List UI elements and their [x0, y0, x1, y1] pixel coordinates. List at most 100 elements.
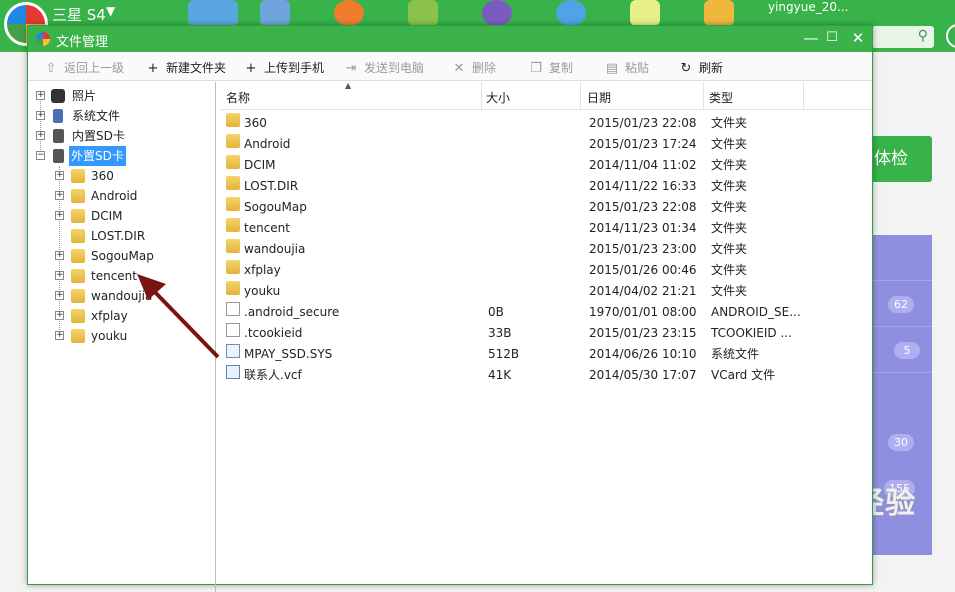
back-button[interactable]: ⇧ 返回上一级: [44, 59, 124, 76]
maximize-button[interactable]: ☐: [821, 27, 843, 49]
file-type: 文件夹: [711, 137, 748, 151]
collapse-icon[interactable]: −: [36, 151, 45, 160]
file-row[interactable]: .tcookieid 33B 2015/01/23 23:15 TCOOKIEID .…: [220, 323, 872, 344]
file-row[interactable]: .android_secure 0B 1970/01/01 08:00 ANDROID…: [220, 302, 872, 323]
device-dropdown-icon[interactable]: ▼: [106, 4, 115, 18]
expand-icon[interactable]: +: [55, 271, 64, 280]
search-input[interactable]: ⚲: [872, 26, 934, 48]
expand-icon[interactable]: +: [55, 191, 64, 200]
new-folder-button[interactable]: + 新建文件夹: [146, 59, 226, 76]
tree-item-system-files[interactable]: + 系统文件: [28, 106, 215, 126]
user-avatar-icon[interactable]: [946, 24, 955, 48]
tree-item-folder[interactable]: + youku: [28, 326, 215, 346]
expand-icon[interactable]: +: [55, 251, 64, 260]
tree-item-folder[interactable]: + wandoujia: [28, 286, 215, 306]
file-type: 文件夹: [711, 221, 748, 235]
file-name: SogouMap: [244, 200, 307, 214]
close-button[interactable]: ✕: [847, 27, 869, 49]
minimize-button[interactable]: —: [800, 27, 822, 49]
file-name: 360: [244, 116, 267, 130]
star-icon[interactable]: [260, 0, 290, 26]
column-divider[interactable]: [580, 82, 581, 110]
tree-item-folder[interactable]: + DCIM: [28, 206, 215, 226]
username[interactable]: yingyue_20...: [768, 0, 848, 14]
app-update-icon[interactable]: [188, 0, 238, 26]
list-header: ▲ 名称 大小 日期 类型: [220, 81, 872, 110]
expand-icon[interactable]: +: [36, 91, 45, 100]
file-row[interactable]: youku 2014/04/02 21:21 文件夹: [220, 281, 872, 302]
tree-item-folder[interactable]: + xfplay: [28, 306, 215, 326]
expand-icon[interactable]: +: [55, 291, 64, 300]
file-name: Android: [244, 137, 291, 151]
file-date: 2014/11/04 11:02: [589, 158, 697, 172]
file-type: TCOOKIEID ...: [711, 326, 792, 340]
upload-button[interactable]: + 上传到手机: [244, 59, 324, 76]
copy-button[interactable]: ❐ 复制: [529, 59, 573, 76]
expand-icon[interactable]: +: [36, 111, 45, 120]
file-row[interactable]: LOST.DIR 2014/11/22 16:33 文件夹: [220, 176, 872, 197]
folder-icon: [226, 113, 240, 127]
file-date: 2015/01/23 22:08: [589, 200, 697, 214]
file-row[interactable]: DCIM 2014/11/04 11:02 文件夹: [220, 155, 872, 176]
file-manager-window: 文件管理 — ☐ ✕ ⇧ 返回上一级 + 新建文件夹 + 上传到手机 ⇥ 发送到电脑 ✕…: [27, 25, 873, 592]
file-name: youku: [244, 284, 281, 298]
file-type: 文件夹: [711, 242, 748, 256]
expand-icon[interactable]: +: [55, 331, 64, 340]
file-size: 512B: [488, 347, 520, 361]
device-name[interactable]: 三星 S4: [52, 4, 106, 25]
folder-icon: [71, 249, 85, 263]
send-to-pc-button[interactable]: ⇥ 发送到电脑: [344, 59, 424, 76]
ebook-icon[interactable]: [704, 0, 734, 26]
file-date: 2014/06/26 10:10: [589, 347, 697, 361]
checkup-button[interactable]: 体检: [872, 136, 932, 182]
music-icon[interactable]: [482, 0, 512, 26]
column-divider[interactable]: [703, 82, 704, 110]
file-row[interactable]: 360 2015/01/23 22:08 文件夹: [220, 113, 872, 134]
app-logo-icon: [36, 32, 50, 46]
file-name: xfplay: [244, 263, 281, 277]
tree-item-folder[interactable]: + tencent: [28, 266, 215, 286]
delete-button[interactable]: ✕ 删除: [452, 59, 496, 76]
file-type: 文件夹: [711, 284, 748, 298]
tree-item-photos[interactable]: + 照片: [28, 86, 215, 106]
file-row[interactable]: tencent 2014/11/23 01:34 文件夹: [220, 218, 872, 239]
file-icon: [226, 302, 240, 316]
count-badge: 62: [888, 296, 914, 313]
file-row[interactable]: xfplay 2015/01/26 00:46 文件夹: [220, 260, 872, 281]
file-row[interactable]: wandoujia 2015/01/23 23:00 文件夹: [220, 239, 872, 260]
file-date: 2014/11/22 16:33: [589, 179, 697, 193]
column-header-size[interactable]: 大小: [486, 89, 510, 106]
tree-item-folder[interactable]: + 360: [28, 166, 215, 186]
window-titlebar[interactable]: 文件管理 — ☐ ✕: [28, 26, 872, 52]
tree-item-folder[interactable]: LOST.DIR: [28, 226, 215, 246]
file-row[interactable]: MPAY_SSD.SYS 512B 2014/06/26 10:10 系统文件: [220, 344, 872, 365]
video-icon[interactable]: [556, 0, 586, 26]
refresh-button[interactable]: ↻ 刷新: [679, 59, 723, 76]
expand-icon[interactable]: +: [55, 311, 64, 320]
tree-item-external-sd[interactable]: − 外置SD卡: [28, 146, 215, 166]
file-row[interactable]: 联系人.vcf 41K 2014/05/30 17:07 VCard 文件: [220, 365, 872, 386]
file-row[interactable]: SogouMap 2015/01/23 22:08 文件夹: [220, 197, 872, 218]
expand-icon[interactable]: +: [55, 211, 64, 220]
search-icon[interactable]: ⚲: [918, 28, 928, 44]
tree-item-internal-sd[interactable]: + 内置SD卡: [28, 126, 215, 146]
expand-icon[interactable]: +: [55, 171, 64, 180]
file-date: 2015/01/23 22:08: [589, 116, 697, 130]
tree-item-folder[interactable]: + Android: [28, 186, 215, 206]
paste-button[interactable]: ▤ 粘贴: [605, 59, 649, 76]
count-badge: 30: [888, 434, 914, 451]
folder-icon: [226, 134, 240, 148]
expand-icon[interactable]: +: [36, 131, 45, 140]
folder-icon: [226, 155, 240, 169]
tree-item-folder[interactable]: + SogouMap: [28, 246, 215, 266]
android-icon[interactable]: [408, 0, 438, 26]
column-header-name[interactable]: 名称: [226, 89, 250, 106]
column-header-date[interactable]: 日期: [587, 89, 611, 106]
game-icon[interactable]: [334, 0, 364, 26]
column-divider[interactable]: [481, 82, 482, 110]
book-icon[interactable]: [630, 0, 660, 26]
folder-icon: [71, 269, 85, 283]
column-divider[interactable]: [803, 82, 804, 110]
file-row[interactable]: Android 2015/01/23 17:24 文件夹: [220, 134, 872, 155]
column-header-type[interactable]: 类型: [709, 89, 733, 106]
